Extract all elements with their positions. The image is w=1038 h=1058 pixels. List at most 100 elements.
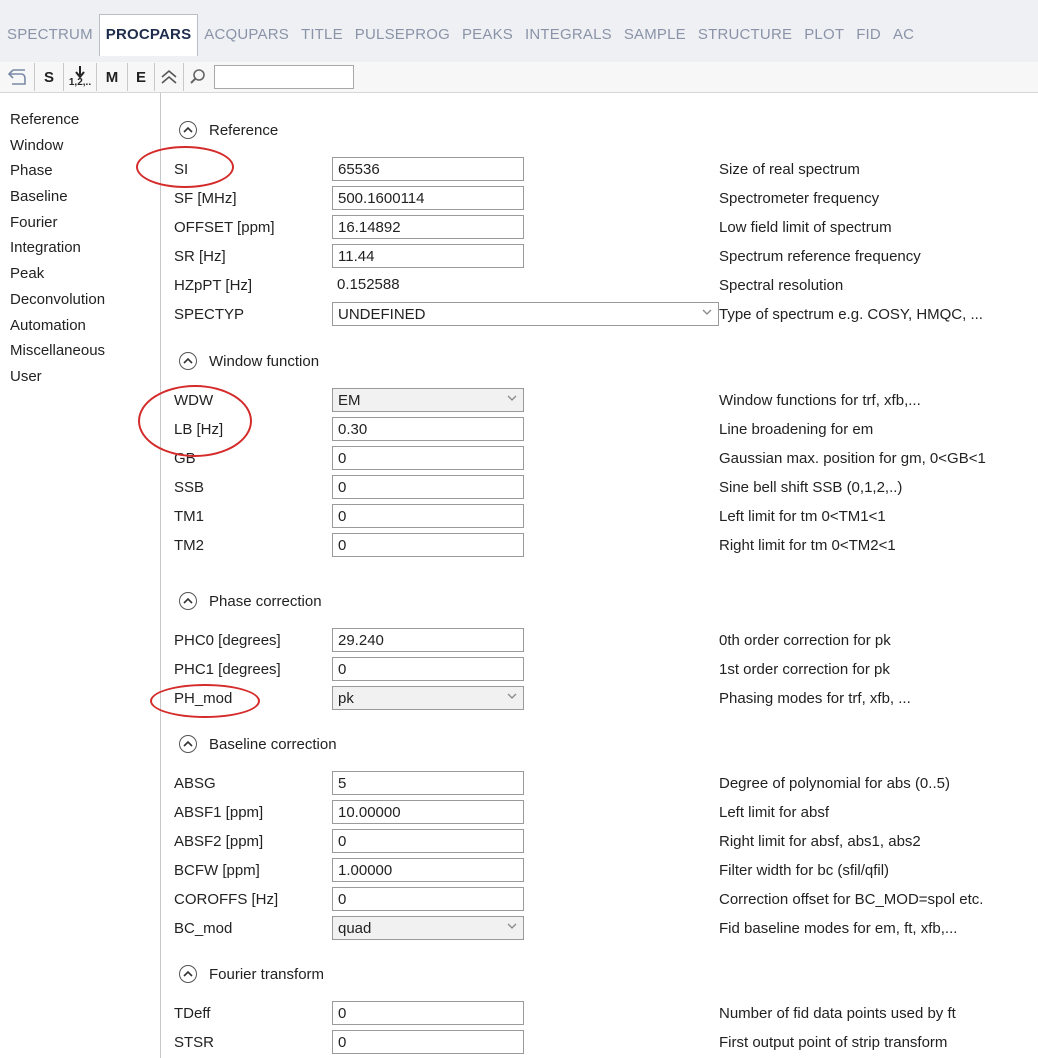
- s-button[interactable]: S: [35, 63, 64, 91]
- tab-acqupars[interactable]: ACQUPARS: [198, 15, 295, 55]
- collapse-section-icon[interactable]: [179, 965, 197, 983]
- section-header-baseline[interactable]: Baseline correction: [179, 730, 337, 758]
- parameter-value-field[interactable]: 65536: [332, 157, 524, 181]
- tab-peaks[interactable]: PEAKS: [456, 15, 519, 55]
- parameter-description: Phasing modes for trf, xfb, ...: [719, 690, 911, 707]
- collapse-section-icon[interactable]: [179, 121, 197, 139]
- parameter-value-field[interactable]: 0: [332, 1030, 524, 1054]
- parameter-row: WDW EM Window functions for trf, xfb,...: [161, 387, 1038, 416]
- section-title: Fourier transform: [209, 965, 325, 983]
- tab-pulseprog[interactable]: PULSEPROG: [349, 15, 456, 55]
- parameter-row: BCFW [ppm] 1.00000 Filter width for bc (sf…: [161, 857, 1038, 886]
- parameter-row: PHC0 [degrees] 29.240 0th order correction…: [161, 627, 1038, 656]
- parameter-description: Number of fid data points used by ft: [719, 1005, 956, 1022]
- collapse-section-icon[interactable]: [179, 735, 197, 753]
- tab-ac[interactable]: AC: [887, 15, 920, 55]
- parameter-value-field[interactable]: 0: [332, 446, 524, 470]
- parameter-value-field[interactable]: quad: [332, 916, 524, 940]
- parameter-row: BC_mod quad Fid baseline modes for em, ft,…: [161, 915, 1038, 944]
- parameter-value-field[interactable]: 0: [332, 533, 524, 557]
- section-header-window[interactable]: Window function: [179, 347, 319, 375]
- parameter-label: ABSG: [174, 775, 216, 792]
- parameter-label: GB: [174, 450, 196, 467]
- tab-integrals[interactable]: INTEGRALS: [519, 15, 618, 55]
- parameter-description: Correction offset for BC_MOD=spol etc.: [719, 891, 984, 908]
- parameter-value-field[interactable]: 29.240: [332, 628, 524, 652]
- back-button[interactable]: [0, 63, 35, 91]
- parameter-value: 500.1600114: [338, 190, 425, 207]
- parameter-label: STSR: [174, 1034, 215, 1051]
- parameter-value-field[interactable]: 11.44: [332, 244, 524, 268]
- section-header-reference[interactable]: Reference: [179, 116, 278, 144]
- parameter-value: UNDEFINED: [338, 306, 426, 323]
- parameter-value-field: 0.152588: [332, 273, 524, 297]
- parameter-value-field[interactable]: 0: [332, 829, 524, 853]
- search-input[interactable]: [214, 65, 354, 89]
- sidebar-item-window[interactable]: Window: [0, 133, 160, 159]
- parameter-value-field[interactable]: 5: [332, 771, 524, 795]
- sidebar-item-automation[interactable]: Automation: [0, 313, 160, 339]
- parameter-value-field[interactable]: UNDEFINED: [332, 302, 719, 326]
- sidebar-item-baseline[interactable]: Baseline: [0, 184, 160, 210]
- parameter-value: 0.152588: [337, 276, 400, 293]
- collapse-section-icon[interactable]: [179, 592, 197, 610]
- parameter-row: STSR 0 First output point of strip transfo…: [161, 1029, 1038, 1058]
- tab-procpars[interactable]: PROCPARS: [98, 14, 199, 56]
- parameter-label: WDW: [174, 392, 214, 409]
- tab-title[interactable]: TITLE: [295, 15, 349, 55]
- parameter-description: Size of real spectrum: [719, 161, 860, 178]
- tab-plot[interactable]: PLOT: [798, 15, 850, 55]
- tab-sample[interactable]: SAMPLE: [618, 15, 692, 55]
- collapse-all-button[interactable]: [155, 63, 184, 91]
- parameter-row: SF [MHz] 500.1600114 Spectrometer frequenc…: [161, 185, 1038, 214]
- parameter-value-field[interactable]: 0: [332, 1001, 524, 1025]
- tab-fid[interactable]: FID: [850, 15, 887, 55]
- collapse-section-icon[interactable]: [179, 352, 197, 370]
- toolbar: S 1,2,.. M E: [0, 62, 1038, 93]
- parameter-row: PH_mod pk Phasing modes for trf, xfb, ...: [161, 685, 1038, 714]
- parameter-panel: Reference SI 65536 Size of real spectrum SF …: [161, 93, 1038, 1058]
- search-button[interactable]: [184, 63, 212, 91]
- parameter-description: 0th order correction for pk: [719, 632, 891, 649]
- parameter-value: 0.30: [338, 421, 368, 438]
- parameter-value-field[interactable]: 500.1600114: [332, 186, 524, 210]
- parameter-row: LB [Hz] 0.30 Line broadening for em: [161, 416, 1038, 445]
- tab-spectrum[interactable]: SPECTRUM: [0, 15, 99, 55]
- m-button[interactable]: M: [97, 63, 128, 91]
- parameter-description: Sine bell shift SSB (0,1,2,..): [719, 479, 903, 496]
- parameter-value: 29.240: [338, 632, 384, 649]
- sidebar-item-peak[interactable]: Peak: [0, 261, 160, 287]
- section-title: Phase correction: [209, 592, 322, 610]
- parameter-value-field[interactable]: 1.00000: [332, 858, 524, 882]
- sidebar-item-reference[interactable]: Reference: [0, 107, 160, 133]
- sort-button[interactable]: 1,2,..: [64, 63, 97, 91]
- section-title: Window function: [209, 352, 320, 370]
- parameter-value-field[interactable]: 0: [332, 887, 524, 911]
- parameter-label: OFFSET [ppm]: [174, 219, 275, 236]
- parameter-description: Left limit for absf: [719, 804, 830, 821]
- sidebar-item-integration[interactable]: Integration: [0, 235, 160, 261]
- parameter-value: 0: [338, 833, 347, 850]
- section-header-fourier[interactable]: Fourier transform: [179, 960, 324, 988]
- parameter-value-field[interactable]: 0.30: [332, 417, 524, 441]
- parameter-value: 0: [338, 1034, 347, 1051]
- sidebar-item-miscellaneous[interactable]: Miscellaneous: [0, 338, 160, 364]
- parameter-description: Right limit for tm 0<TM2<1: [719, 537, 896, 554]
- sidebar-item-deconvolution[interactable]: Deconvolution: [0, 287, 160, 313]
- parameter-label: SSB: [174, 479, 205, 496]
- sidebar-item-phase[interactable]: Phase: [0, 158, 160, 184]
- parameter-label: COROFFS [Hz]: [174, 891, 279, 908]
- parameter-value-field[interactable]: EM: [332, 388, 524, 412]
- parameter-value-field[interactable]: 16.14892: [332, 215, 524, 239]
- parameter-value: 11.44: [338, 248, 375, 265]
- parameter-value-field[interactable]: 0: [332, 657, 524, 681]
- section-header-phase[interactable]: Phase correction: [179, 587, 322, 615]
- sidebar-item-fourier[interactable]: Fourier: [0, 210, 160, 236]
- sidebar-item-user[interactable]: User: [0, 364, 160, 390]
- parameter-value-field[interactable]: 0: [332, 475, 524, 499]
- tab-structure[interactable]: STRUCTURE: [692, 15, 798, 55]
- parameter-value-field[interactable]: 0: [332, 504, 524, 528]
- parameter-value-field[interactable]: pk: [332, 686, 524, 710]
- parameter-value-field[interactable]: 10.00000: [332, 800, 524, 824]
- e-button[interactable]: E: [128, 63, 155, 91]
